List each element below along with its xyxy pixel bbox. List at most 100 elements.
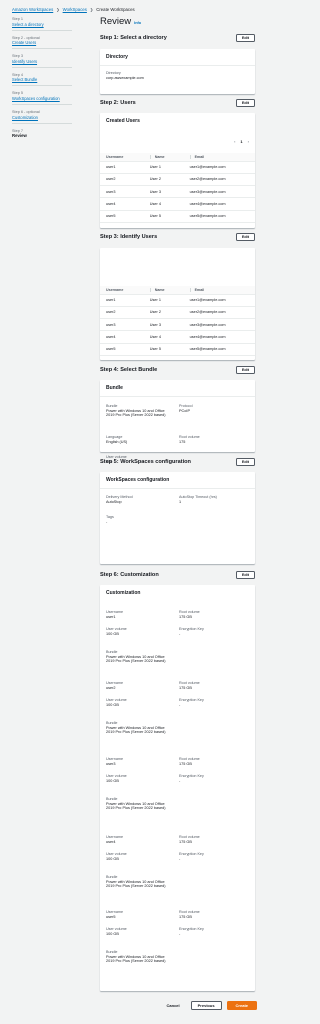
- table-row: user3 User 3 user3@example.com: [100, 318, 255, 332]
- edit-step2-button[interactable]: Edit: [235, 99, 255, 107]
- field-label: Username: [106, 757, 124, 761]
- pagination: ‹ 1 ›: [234, 139, 249, 144]
- field-label: AutoStop Timeout (hrs): [179, 495, 217, 499]
- bundle-field: Bundle Power with Windows 10 and Office 2…: [106, 797, 174, 811]
- step5-header: Step 5: WorkSpaces configuration Edit: [100, 458, 255, 466]
- chevron-right-icon: ❯: [56, 7, 60, 12]
- wizard-step-link-workspaces-configuration[interactable]: WorkSpaces configuration: [12, 96, 88, 101]
- divider: [189, 154, 191, 159]
- edit-step4-button[interactable]: Edit: [235, 366, 255, 374]
- divider: [12, 66, 72, 68]
- field-value: Power with Windows 10 and Office 2019 Pr…: [106, 879, 166, 889]
- field-label: Root volume: [179, 757, 200, 761]
- field-label: Username: [106, 681, 124, 685]
- field-value: PCoIP: [179, 408, 190, 413]
- field-value: Power with Windows 10 and Office 2019 Pr…: [106, 725, 166, 735]
- page-number[interactable]: 1: [240, 139, 242, 144]
- divider: [12, 85, 72, 87]
- cell-name: User 5: [143, 343, 184, 356]
- wizard-step-current-review: Review: [12, 133, 27, 139]
- field-label: Root volume: [179, 910, 200, 914]
- protocol-field: Protocol PCoIP: [179, 404, 193, 413]
- step4-title: Step 4: Select Bundle: [100, 367, 158, 373]
- divider: [12, 103, 72, 105]
- field-value: -: [179, 778, 181, 783]
- identify-users-panel: Username Name Email user1 User 1 user1@exa…: [100, 248, 255, 360]
- column-header[interactable]: Email: [183, 286, 255, 295]
- column-header-label: Name: [154, 154, 165, 159]
- breadcrumb-workspaces-home[interactable]: Amazon WorkSpaces: [12, 7, 53, 12]
- cancel-button[interactable]: Cancel: [161, 1001, 186, 1010]
- cell-email: user2@example.com: [183, 306, 255, 320]
- encryption-key-field: Encryption Key -: [179, 852, 204, 861]
- user-volume-field: User volume 100 GB: [106, 774, 127, 783]
- step5-title: Step 5: WorkSpaces configuration: [100, 459, 191, 465]
- directory-field: Directory corp.awsexample.com: [106, 71, 144, 80]
- edit-step5-button[interactable]: Edit: [235, 458, 255, 466]
- column-header[interactable]: Name: [143, 153, 184, 162]
- bundle-panel: Bundle Bundle Power with Windows 10 and …: [100, 380, 255, 464]
- chevron-left-icon[interactable]: ‹: [234, 139, 235, 144]
- cell-email: user5@example.com: [183, 210, 255, 223]
- table-row: user2 User 2 user2@example.com: [100, 173, 255, 187]
- customization-panel: Customization Username user1 Root volume 1…: [100, 585, 255, 991]
- column-header[interactable]: Email: [183, 153, 255, 162]
- field-value: English (US): [106, 439, 128, 444]
- delivery-method-field: Delivery Method AutoStop: [106, 495, 133, 504]
- field-value: 100 GB: [106, 931, 119, 936]
- breadcrumb-workspaces[interactable]: WorkSpaces: [63, 7, 87, 12]
- edit-step1-button[interactable]: Edit: [235, 34, 255, 42]
- column-header[interactable]: Name: [143, 286, 184, 295]
- field-value: 100 GB: [106, 702, 119, 707]
- field-label: Root volume: [179, 610, 200, 614]
- cell-name: User 4: [143, 197, 184, 211]
- cell-email: user3@example.com: [183, 185, 255, 199]
- edit-step3-button[interactable]: Edit: [235, 233, 255, 241]
- step3-header: Step 3: Identify Users Edit: [100, 233, 255, 241]
- panel-title: Directory: [100, 49, 255, 66]
- username-field: Username user4: [106, 835, 123, 844]
- edit-step6-button[interactable]: Edit: [235, 571, 255, 579]
- cell-name: User 1: [143, 161, 184, 174]
- cell-name: User 1: [143, 294, 184, 307]
- wizard-step-5: Step 5 WorkSpaces configuration: [12, 91, 88, 105]
- wizard-step-6: Step 6 - optional Customization: [12, 110, 88, 124]
- encryption-key-field: Encryption Key -: [179, 698, 204, 707]
- info-link[interactable]: Info: [134, 21, 141, 25]
- encryption-key-field: Encryption Key -: [179, 927, 204, 936]
- chevron-right-icon[interactable]: ›: [248, 139, 249, 144]
- divider: [12, 48, 72, 50]
- previous-button[interactable]: Previous: [190, 1001, 222, 1010]
- column-header[interactable]: Username: [100, 153, 144, 162]
- field-value: AutoStop: [106, 499, 122, 504]
- step3-title: Step 3: Identify Users: [100, 234, 158, 240]
- cell-email: user1@example.com: [183, 161, 255, 174]
- wizard-step-link-identify-users[interactable]: Identify Users: [12, 59, 88, 64]
- column-header-label: Name: [154, 287, 165, 292]
- bundle-field: Bundle Power with Windows 10 and Office 2…: [106, 875, 174, 889]
- table-row: user2 User 2 user2@example.com: [100, 306, 255, 320]
- wizard-step-link-select-bundle[interactable]: Select Bundle: [12, 77, 88, 82]
- bundle-field: Bundle Power with Windows 10 and Office 2…: [106, 721, 174, 735]
- panel-title: WorkSpaces configuration: [100, 472, 255, 489]
- user-volume-field: User volume 100 GB: [106, 927, 127, 936]
- cell-name: User 3: [143, 318, 184, 332]
- wizard-step-4: Step 4 Select Bundle: [12, 73, 88, 87]
- cell-email: user4@example.com: [183, 330, 255, 344]
- field-label: Encryption Key: [179, 774, 204, 778]
- wizard-step-link-create-users[interactable]: Create Users: [12, 40, 88, 45]
- field-label: Encryption Key: [179, 698, 204, 702]
- field-label: User volume: [106, 852, 127, 856]
- cell-username: user4: [100, 197, 144, 211]
- autostop-timeout-field: AutoStop Timeout (hrs) 1: [179, 495, 217, 504]
- root-volume-field: Root volume 175 GB: [179, 681, 200, 690]
- wizard-footer-actions: Cancel Previous Create: [161, 1001, 257, 1010]
- created-users-panel: Created Users ‹ 1 › Username Name Email …: [100, 113, 255, 228]
- wizard-step-link-customization[interactable]: Customization: [12, 115, 88, 120]
- table-header-row: Username Name Email: [100, 153, 255, 162]
- create-button[interactable]: Create: [226, 1001, 257, 1010]
- root-volume-field: Root volume 175: [179, 435, 200, 444]
- panel-title: Created Users: [106, 118, 140, 124]
- wizard-step-link-select-directory[interactable]: Select a directory: [12, 22, 88, 27]
- column-header[interactable]: Username: [100, 286, 144, 295]
